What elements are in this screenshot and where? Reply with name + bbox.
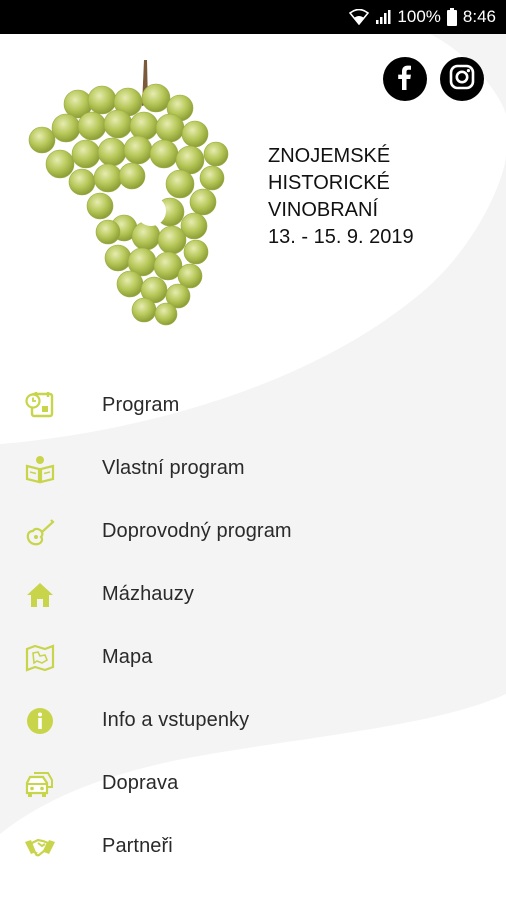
festival-dates: 13. - 15. 9. 2019: [268, 226, 414, 248]
menu-label: Vlastní program: [102, 457, 245, 479]
info-icon: [24, 705, 56, 737]
battery-icon: [446, 8, 457, 26]
menu-item-partneri[interactable]: Partneři: [0, 815, 506, 878]
festival-title: ZNOJEMSKÉ HISTORICKÉ VINOBRANÍ 13. - 15.…: [268, 143, 488, 251]
title-line-1: ZNOJEMSKÉ: [268, 145, 391, 167]
facebook-icon: [393, 64, 417, 95]
menu-label: Mázhauzy: [102, 583, 194, 605]
guitar-icon: [24, 516, 56, 548]
instagram-button[interactable]: [440, 57, 484, 101]
menu-item-doprava[interactable]: Doprava: [0, 752, 506, 815]
home-icon: [24, 579, 56, 611]
menu-item-mazhauzy[interactable]: Mázhauzy: [0, 563, 506, 626]
menu-item-program[interactable]: Program: [0, 374, 506, 437]
open-book-icon: [24, 453, 56, 485]
wifi-icon: [349, 9, 370, 25]
menu-label: Info a vstupenky: [102, 709, 250, 731]
title-line-3: VINOBRANÍ: [268, 199, 379, 221]
title-line-2: HISTORICKÉ: [268, 172, 390, 194]
menu-item-mapa[interactable]: Mapa: [0, 626, 506, 689]
menu-label: Doprovodný program: [102, 520, 292, 542]
menu-label: Mapa: [102, 646, 153, 668]
menu-label: Program: [102, 394, 180, 416]
menu-item-info-vstupenky[interactable]: Info a vstupenky: [0, 689, 506, 752]
grape-logo: [28, 60, 229, 326]
menu-item-vlastni-program[interactable]: Vlastní program: [0, 437, 506, 500]
instagram-icon: [449, 64, 475, 95]
facebook-button[interactable]: [383, 57, 427, 101]
handshake-icon: [24, 831, 56, 863]
calendar-clock-icon: [24, 390, 56, 422]
cars-icon: [24, 768, 56, 800]
status-bar: 100% 8:46: [0, 0, 506, 34]
clock: 8:46: [462, 7, 496, 26]
map-icon: [24, 642, 56, 674]
menu-label: Partneři: [102, 835, 173, 857]
signal-icon: [375, 9, 391, 25]
menu-label: Doprava: [102, 772, 179, 794]
battery-percent: 100%: [397, 7, 441, 26]
menu-item-doprovodny-program[interactable]: Doprovodný program: [0, 500, 506, 563]
